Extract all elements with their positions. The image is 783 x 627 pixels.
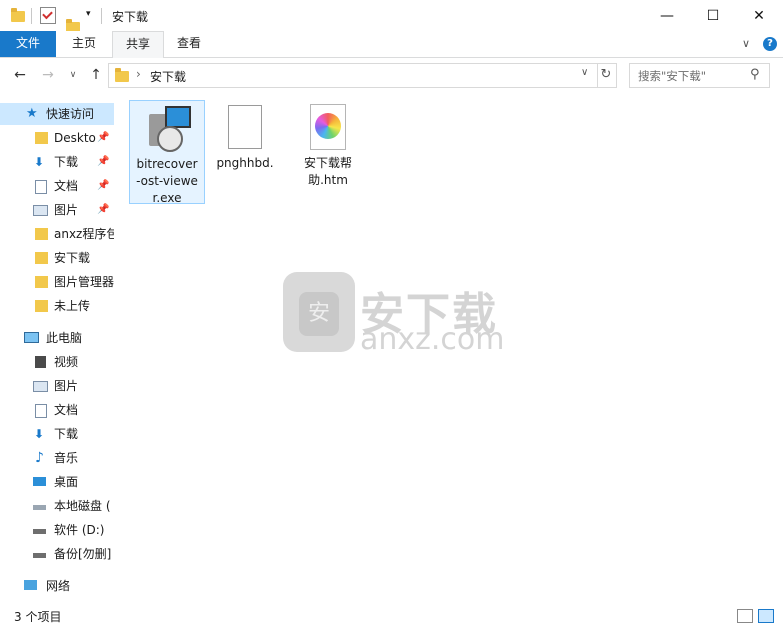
file-name-line: 助.htm: [308, 173, 348, 187]
folder-icon: [115, 68, 129, 82]
pin-icon: 📌: [97, 180, 110, 191]
search-box[interactable]: 搜索"安下载" ⚲: [629, 63, 770, 88]
properties-icon[interactable]: [40, 7, 56, 24]
address-bar[interactable]: › 安下载 ∨: [108, 63, 598, 88]
music-icon: ♪: [35, 450, 44, 466]
drive-icon: [33, 529, 46, 534]
nav-item-videos[interactable]: 视频: [0, 351, 114, 373]
file-item[interactable]: bitrecover -ost-viewe r.exe: [129, 100, 205, 205]
folder-icon: [35, 132, 48, 144]
nav-item-backup[interactable]: 备份[勿删]: [0, 543, 114, 565]
windows-drive-icon: [33, 505, 46, 510]
nav-item-desktop[interactable]: Deskto 📌: [0, 127, 114, 149]
document-icon: [35, 180, 47, 194]
nav-item-music[interactable]: ♪ 音乐: [0, 447, 114, 469]
file-item[interactable]: 安下载帮 助.htm: [291, 100, 365, 187]
file-name-line: pnghhbd.: [216, 156, 274, 170]
nav-item-pictures[interactable]: 图片 📌: [0, 199, 114, 221]
status-bar: 3 个项目: [0, 604, 783, 627]
folder-icon: [35, 228, 48, 240]
address-dropdown-icon[interactable]: ∨: [581, 67, 588, 78]
file-name-line: -ost-viewe: [136, 174, 198, 188]
path-segment[interactable]: 安下载: [150, 68, 186, 85]
item-count: 3 个项目: [14, 610, 62, 624]
star-icon: ★: [26, 106, 38, 121]
nav-item-not-uploaded[interactable]: 未上传: [0, 295, 114, 317]
path-separator: ›: [136, 67, 141, 81]
computer-icon: [24, 332, 39, 343]
network-icon: [24, 580, 37, 590]
video-icon: [35, 356, 46, 368]
pictures-icon: [33, 381, 48, 392]
recent-locations-button[interactable]: ∨: [63, 66, 83, 84]
folder-icon: [35, 252, 48, 264]
search-icon[interactable]: ⚲: [750, 67, 760, 82]
nav-item-anxiazai[interactable]: 安下载: [0, 247, 114, 269]
nav-item-anxz[interactable]: anxz程序包: [0, 223, 114, 245]
title-bar: ▾ 安下载 — ☐ ✕: [0, 0, 783, 33]
folder-icon: [11, 8, 25, 22]
pictures-icon: [33, 205, 48, 216]
nav-quick-access[interactable]: ★ 快速访问: [0, 103, 114, 125]
pin-icon: 📌: [97, 156, 110, 167]
nav-item-drive-d[interactable]: 软件 (D:): [0, 519, 114, 541]
separator: [31, 8, 32, 24]
details-view-icon[interactable]: [737, 609, 753, 623]
photos-htm-icon: [310, 104, 346, 150]
tab-file[interactable]: 文件: [0, 31, 56, 57]
tab-view[interactable]: 查看: [162, 31, 216, 57]
nav-network[interactable]: 网络: [0, 575, 114, 597]
tab-share[interactable]: 共享: [112, 31, 164, 58]
refresh-button[interactable]: ↻: [596, 63, 617, 88]
navigation-pane: ★ 快速访问 Deskto 📌 ⬇ 下载 📌 文档 📌 图片 📌 anxz程序包…: [0, 96, 114, 604]
close-button[interactable]: ✕: [736, 0, 782, 31]
folder-icon: [35, 276, 48, 288]
nav-item-downloads-pc[interactable]: ⬇ 下载: [0, 423, 114, 445]
desktop-icon: [33, 477, 46, 486]
chevron-down-icon[interactable]: ▾: [86, 9, 91, 19]
drive-icon: [33, 553, 46, 558]
file-name-line: bitrecover: [136, 157, 198, 171]
up-button[interactable]: ↑: [86, 66, 106, 84]
window-title: 安下载: [112, 10, 149, 24]
separator: [101, 8, 102, 24]
nav-item-local-disk[interactable]: 本地磁盘 (: [0, 495, 114, 517]
watermark-domain: anxz.com: [360, 322, 505, 357]
search-placeholder: 搜索"安下载": [638, 69, 707, 83]
nav-item-documents[interactable]: 文档 📌: [0, 175, 114, 197]
file-name-line: r.exe: [152, 191, 182, 205]
nav-this-pc[interactable]: 此电脑: [0, 327, 114, 349]
download-arrow-icon: ⬇: [34, 155, 45, 169]
folder-icon: [35, 300, 48, 312]
installer-icon: [143, 104, 191, 152]
pin-icon: 📌: [97, 204, 110, 215]
nav-item-documents-pc[interactable]: 文档: [0, 399, 114, 421]
large-icons-view-icon[interactable]: [758, 609, 774, 623]
file-name-line: 安下载帮: [303, 156, 352, 170]
tab-home[interactable]: 主页: [56, 31, 112, 57]
nav-item-downloads[interactable]: ⬇ 下载 📌: [0, 151, 114, 173]
download-arrow-icon: ⬇: [34, 427, 45, 441]
forward-button[interactable]: →: [38, 66, 58, 84]
back-button[interactable]: ←: [10, 66, 30, 84]
document-icon: [35, 404, 47, 418]
help-icon[interactable]: ?: [763, 37, 777, 51]
expand-ribbon-icon[interactable]: ∨: [742, 37, 750, 50]
pin-icon: 📌: [97, 132, 110, 143]
maximize-button[interactable]: ☐: [690, 0, 736, 31]
blank-file-icon: [228, 105, 262, 149]
watermark-logo: 安: [283, 272, 355, 352]
nav-item-desktop-pc[interactable]: 桌面: [0, 471, 114, 493]
nav-item-pictures-pc[interactable]: 图片: [0, 375, 114, 397]
nav-item-picture-manager[interactable]: 图片管理器: [0, 271, 114, 293]
minimize-button[interactable]: —: [644, 0, 690, 31]
file-item[interactable]: pnghhbd.: [208, 100, 282, 170]
